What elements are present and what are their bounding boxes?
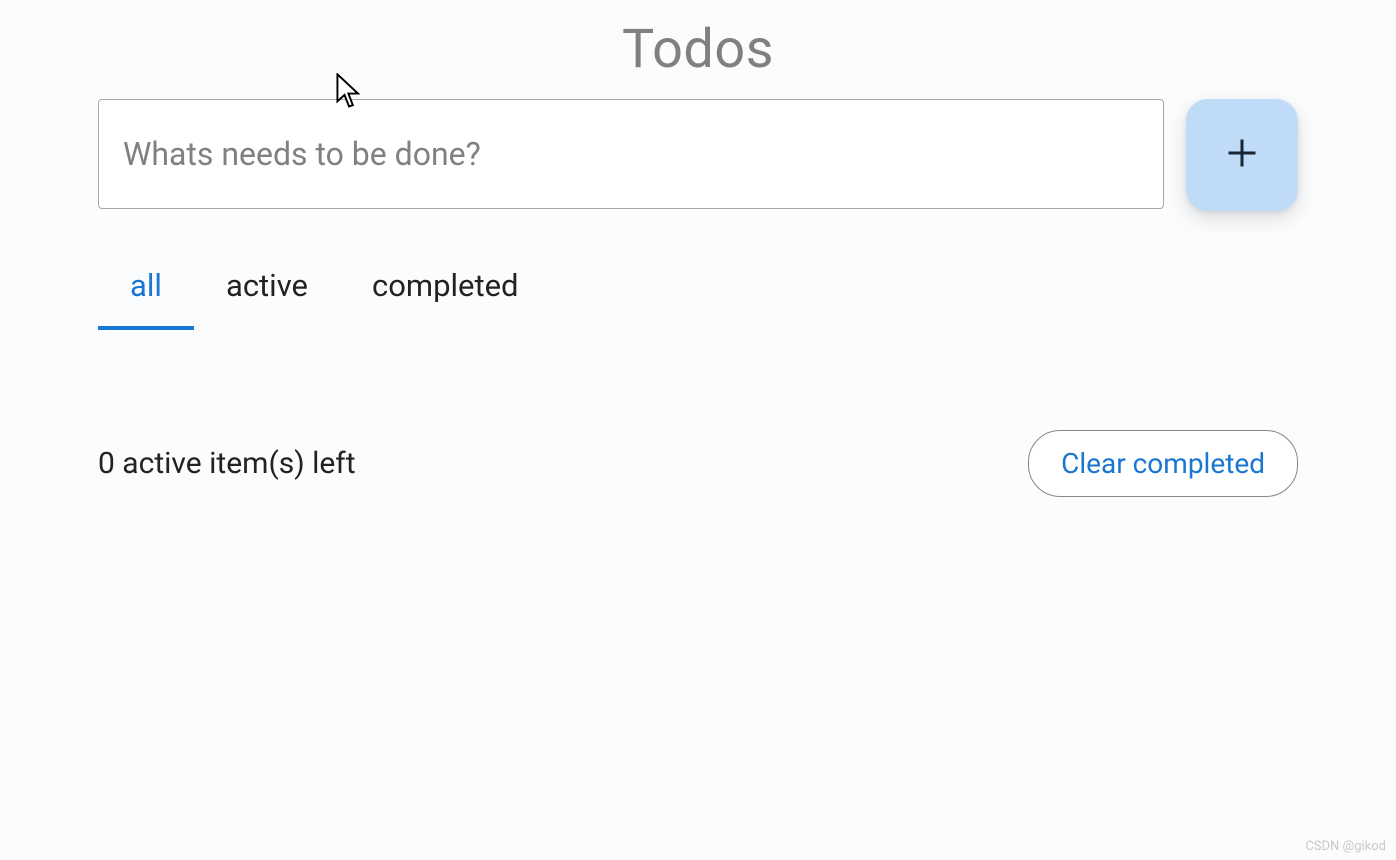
tab-all[interactable]: all: [98, 247, 194, 330]
plus-icon: [1224, 135, 1260, 175]
tab-active[interactable]: active: [194, 247, 340, 330]
status-text: 0 active item(s) left: [98, 446, 356, 481]
watermark: CSDN @gikod: [1305, 839, 1386, 854]
add-button[interactable]: [1186, 99, 1298, 211]
page-title: Todos: [98, 0, 1298, 99]
footer-row: 0 active item(s) left Clear completed: [98, 430, 1298, 497]
tab-completed[interactable]: completed: [340, 247, 551, 330]
filter-tabs: all active completed: [98, 247, 1298, 330]
todo-input[interactable]: [98, 99, 1164, 209]
input-row: [98, 99, 1298, 211]
clear-completed-button[interactable]: Clear completed: [1028, 430, 1298, 497]
